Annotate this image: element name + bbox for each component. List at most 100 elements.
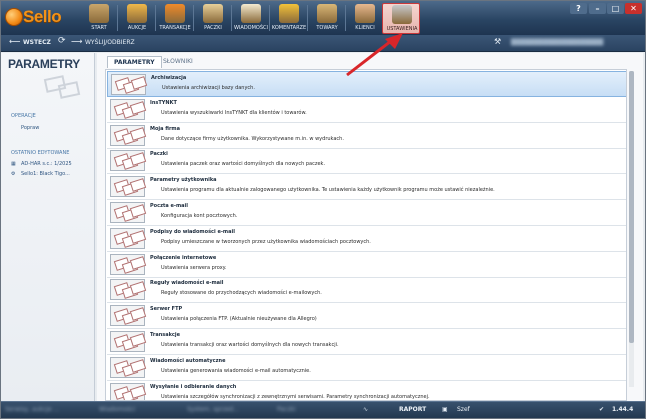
settings-list: Archiwizacja Ustawienia archiwizacji bazy… xyxy=(105,69,627,401)
tools-icon[interactable]: ⚒ xyxy=(494,37,501,46)
settings-row[interactable]: Podpisy do wiadomości e-mail Podpisy umie… xyxy=(107,226,626,252)
settings-name: Wiadomości automatyczne xyxy=(150,357,226,364)
forward-icon[interactable]: ⟶ xyxy=(71,37,82,46)
close-button[interactable]: ✕ xyxy=(625,3,642,14)
settings-description: Dane dotyczące firmy użytkownika. Wykorz… xyxy=(161,135,344,142)
toolbar-label-komentarze: KOMENTARZE xyxy=(271,25,307,31)
settings-thumbnail-icon xyxy=(110,305,147,327)
status-item-paczki[interactable]: Paczki xyxy=(277,406,296,413)
page-shape xyxy=(129,204,147,218)
settings-row[interactable]: Transakcje Ustawienia transakcji oraz war… xyxy=(107,329,626,355)
towary-icon xyxy=(317,4,337,23)
settings-description: Ustawienia szczegółów synchronizacji z z… xyxy=(161,393,430,400)
help-button[interactable]: ? xyxy=(570,3,587,14)
recent-item-ad-har[interactable]: AD-HAR s.c.: 1/2025 xyxy=(21,161,72,167)
page-shape xyxy=(129,358,147,373)
main-toolbar: Sello START AUKCJE TRANSAKCJE PACZKI WIADOMO… xyxy=(1,1,645,35)
settings-row[interactable]: Poczta e-mail Konfiguracja kont pocztowyc… xyxy=(107,200,626,226)
arrow-shaft xyxy=(346,39,392,77)
main-content: PARAMETRY SŁOWNIKI Archiwizacja Ustawieni… xyxy=(97,53,643,401)
sidebar: PARAMETRY OPERACJE Popraw OSTATNIO EDYTO… xyxy=(1,53,95,401)
settings-name: Reguły wiadomości e-mail xyxy=(150,280,224,287)
settings-description: Podpisy umieszczane w tworzonych przez u… xyxy=(161,238,371,245)
settings-name: Paczki xyxy=(150,151,168,158)
settings-row[interactable]: Reguły wiadomości e-mail Reguły stosowane… xyxy=(107,277,626,304)
navigation-bar: ⟵ WSTECZ ⟳ ⟶ WYŚLIJ/ODBIERZ ⚒ ██████████… xyxy=(1,35,645,52)
toolbar-label-paczki: PACZKI xyxy=(204,25,222,31)
status-item-serwisy[interactable]: Serwisy, aukcje ... xyxy=(5,406,59,413)
settings-thumbnail-icon xyxy=(110,356,147,378)
toolbar-button-aukcje[interactable]: AUKCJE xyxy=(118,3,156,34)
user-account-name: ████████████████████ xyxy=(511,39,604,46)
settings-name: Parametry użytkownika xyxy=(150,177,217,184)
settings-name: Połączenie internetowe xyxy=(150,254,217,261)
settings-description: Ustawienia archiwizacji bazy danych. xyxy=(162,85,255,91)
settings-name: Archiwizacja xyxy=(151,75,187,81)
settings-thumbnail-icon xyxy=(110,382,147,400)
toolbar-button-paczki[interactable]: PACZKI xyxy=(194,3,232,34)
refresh-icon[interactable]: ⟳ xyxy=(58,36,66,46)
toolbar-button-start[interactable]: START xyxy=(80,3,118,34)
toolbar-button-transakcje[interactable]: TRANSAKCJE xyxy=(156,3,194,34)
status-user: Szef xyxy=(457,406,470,413)
settings-row[interactable]: Serwer FTP Ustawienia połączenia FTP. (Ak… xyxy=(107,303,626,330)
toolbar-label-transakcje: TRANSAKCJE xyxy=(159,25,191,31)
page-shape xyxy=(129,384,147,399)
settings-name: Moja firma xyxy=(150,125,180,132)
page-shape xyxy=(129,333,147,347)
sello-logo: Sello xyxy=(5,6,69,30)
back-arrow-icon[interactable]: ⟵ xyxy=(9,37,20,46)
tab-slowniki[interactable]: SŁOWNIKI xyxy=(157,56,199,68)
settings-thumbnail-icon xyxy=(110,279,147,301)
toolbar-label-start: START xyxy=(91,25,107,31)
settings-row[interactable]: Parametry użytkownika Ustawienia programu… xyxy=(107,174,626,201)
parametry-icon xyxy=(39,73,85,103)
arrow-head xyxy=(385,33,403,49)
start-icon xyxy=(89,4,109,23)
back-button[interactable]: WSTECZ xyxy=(23,39,51,46)
settings-row[interactable]: Wysyłanie i odbieranie danych Ustawienia … xyxy=(107,381,626,400)
status-item-system[interactable]: System, sprzed... xyxy=(187,406,239,413)
settings-thumbnail-icon xyxy=(110,227,147,249)
settings-description: Ustawienia połączenia FTP. (Aktualnie ni… xyxy=(161,316,317,323)
popraw-link[interactable]: Popraw xyxy=(21,125,39,131)
status-bar: Serwisy, aukcje ... Wiadomości System, s… xyxy=(1,401,645,418)
settings-row[interactable]: InsTYNKT Ustawienia wyszukiwarki InsTYNKT… xyxy=(107,97,626,123)
app-version: 1.44.4 xyxy=(612,406,634,413)
minimize-button[interactable]: – xyxy=(589,3,606,14)
komentarze-icon xyxy=(279,4,299,23)
settings-description: Ustawienia paczek oraz wartości domyślny… xyxy=(161,161,326,168)
settings-name: Podpisy do wiadomości e-mail xyxy=(150,228,235,235)
raport-button[interactable]: RAPORT xyxy=(399,406,426,413)
toolbar-button-wiadomosci[interactable]: WIADOMOŚCI xyxy=(232,3,270,34)
page-shape xyxy=(129,152,147,167)
klienci-icon xyxy=(355,4,375,23)
transakcje-icon xyxy=(165,4,185,23)
toolbar-button-komentarze[interactable]: KOMENTARZE xyxy=(270,3,308,34)
annotation-arrow xyxy=(346,33,403,77)
toolbar-button-towary[interactable]: TOWARY xyxy=(308,3,346,34)
scrollbar-thumb[interactable] xyxy=(629,71,634,343)
logo-text: Sello xyxy=(23,7,62,26)
settings-name: Serwer FTP xyxy=(150,306,183,313)
list-scrollbar[interactable] xyxy=(629,71,634,387)
maximize-button[interactable]: □ xyxy=(607,3,624,14)
recent-item-sello1[interactable]: Sello1: Black Tigo... xyxy=(21,171,70,177)
toolbar-label-wiadomosci: WIADOMOŚCI xyxy=(233,25,268,31)
settings-row[interactable]: Wiadomości automatyczne Ustawienia genero… xyxy=(107,355,626,381)
settings-description: Ustawienia wyszukiwarki InsTYNKT dla kli… xyxy=(161,109,307,116)
settings-thumbnail-icon xyxy=(111,74,148,95)
section-operacje: OPERACJE xyxy=(11,113,36,119)
tab-parametry[interactable]: PARAMETRY xyxy=(107,56,162,68)
ustawienia-icon xyxy=(392,5,412,24)
settings-row[interactable]: Paczki Ustawienia paczek oraz wartości do… xyxy=(107,148,626,175)
toolbar-button-ustawienia[interactable]: USTAWIENIA xyxy=(382,3,420,34)
toolbar-button-klienci[interactable]: KLIENCI xyxy=(346,3,384,34)
status-item-wiadomosci[interactable]: Wiadomości xyxy=(99,406,135,413)
sidebar-title: PARAMETRY xyxy=(8,57,80,71)
settings-thumbnail-icon xyxy=(110,202,147,223)
gear-icon: ⚙ xyxy=(11,171,16,177)
settings-row[interactable]: Połączenie internetowe Ustawienia serwera… xyxy=(107,252,626,278)
settings-row[interactable]: Moja firma Dane dotyczące firmy użytkowni… xyxy=(107,123,626,149)
settings-thumbnail-icon xyxy=(110,176,147,198)
